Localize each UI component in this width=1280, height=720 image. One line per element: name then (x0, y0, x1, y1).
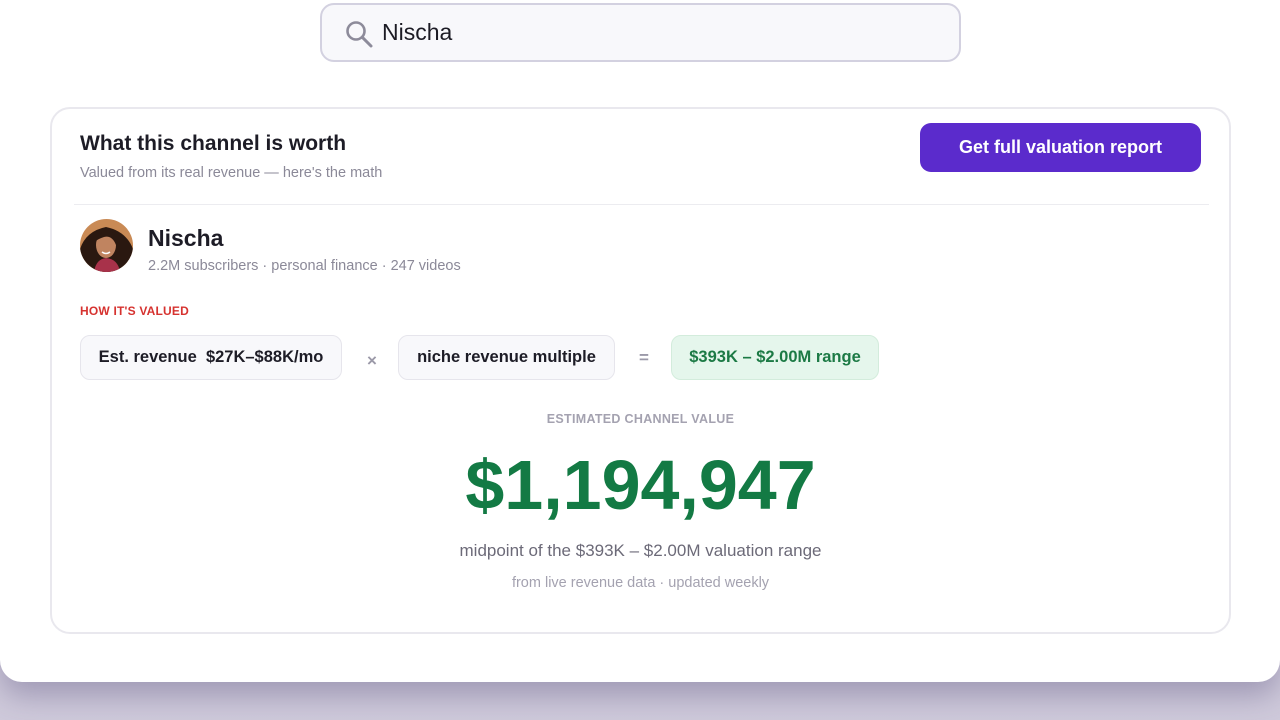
get-full-report-button[interactable]: Get full valuation report (920, 123, 1201, 172)
estimate-note: midpoint of the $393K – $2.00M valuation… (459, 541, 822, 560)
result-range-pill: $393K – $2.00M range (671, 335, 879, 380)
card-subtitle: Valued from its real revenue — here's th… (80, 165, 383, 181)
equals-symbol: = (639, 348, 649, 367)
card-title: What this channel is worth (80, 132, 347, 155)
channel-meta: 2.2M subscribers · personal finance · 24… (148, 258, 461, 274)
search-icon (346, 21, 373, 48)
valuation-card: What this channel is worth Valued from i… (50, 107, 1231, 634)
multiple-pill: niche revenue multiple (398, 335, 615, 380)
estimate-value: $1,194,947 (465, 446, 816, 524)
channel-name: Nischa (148, 225, 224, 251)
avatar (80, 219, 133, 272)
revenue-pill: Est. revenue $27K–$88K/mo (80, 335, 342, 380)
page: What this channel is worth Valued from i… (0, 0, 1280, 682)
search-bar[interactable] (320, 3, 961, 62)
search-input[interactable] (382, 5, 942, 60)
multiply-symbol: × (367, 351, 377, 370)
estimate-source: from live revenue data · updated weekly (511, 575, 770, 591)
divider (74, 204, 1209, 205)
how-valued-label: HOW IT'S VALUED (80, 304, 189, 318)
estimate-label: ESTIMATED CHANNEL VALUE (546, 412, 735, 426)
